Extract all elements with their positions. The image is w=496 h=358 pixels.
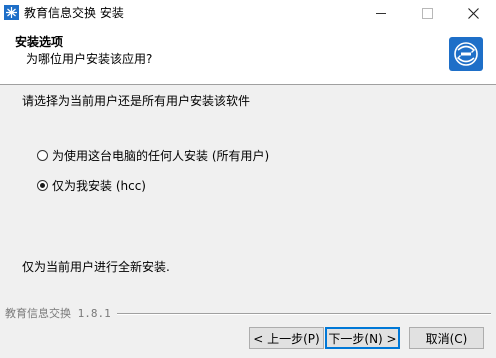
minimize-icon <box>376 12 386 14</box>
maximize-icon <box>421 7 433 19</box>
brand-version: 教育信息交换 1.8.1 <box>5 307 111 320</box>
page-title: 安装选项 <box>15 35 64 49</box>
app-logo-icon <box>449 37 483 71</box>
install-prompt: 请选择为当前用户还是所有用户安装该软件 <box>22 94 251 108</box>
app-icon <box>4 5 19 20</box>
radio-all-users[interactable] <box>37 149 48 161</box>
minimize-button[interactable] <box>358 0 404 26</box>
option-current-user[interactable]: 仅为我安装 (hcc) <box>37 177 146 193</box>
installer-window: 教育信息交换 安装 安装选项 为哪位用户安装该应用? 请选择为当前用户还是所有用… <box>0 0 496 358</box>
window-title: 教育信息交换 安装 <box>24 6 124 20</box>
header-panel: 安装选项 为哪位用户安装该应用? <box>0 26 496 85</box>
cancel-button[interactable]: 取消(C) <box>409 327 484 349</box>
next-button[interactable]: 下一步(N) > <box>325 327 400 349</box>
footer-divider <box>116 313 491 315</box>
option-all-users-label: 为使用这台电脑的任何人安装 (所有用户) <box>52 148 270 163</box>
maximize-button[interactable] <box>404 0 450 26</box>
option-all-users[interactable]: 为使用这台电脑的任何人安装 (所有用户) <box>37 147 269 163</box>
title-bar: 教育信息交换 安装 <box>0 0 496 26</box>
option-description: 仅为当前用户进行全新安装. <box>22 260 170 274</box>
close-button[interactable] <box>450 0 496 26</box>
radio-selected-dot <box>40 182 45 188</box>
radio-current-user[interactable] <box>37 179 48 191</box>
page-subtitle: 为哪位用户安装该应用? <box>26 52 153 66</box>
brand-line: 教育信息交换 1.8.1 <box>5 307 491 321</box>
back-button[interactable]: < 上一步(P) <box>249 327 324 349</box>
close-icon <box>467 7 479 19</box>
option-current-user-label: 仅为我安装 (hcc) <box>52 178 146 193</box>
